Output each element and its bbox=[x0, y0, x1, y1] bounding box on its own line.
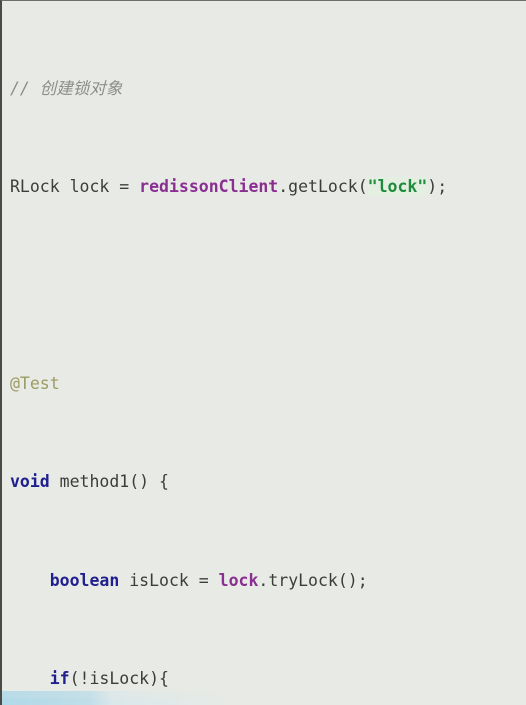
comment-token: // 创建锁对象 bbox=[10, 78, 123, 98]
call-trylock: .tryLock(); bbox=[258, 570, 368, 590]
code-editor[interactable]: // 创建锁对象 RLock lock = redissonClient.get… bbox=[0, 0, 526, 705]
signature-method1: method1() { bbox=[49, 472, 169, 492]
operator-assign: = bbox=[119, 177, 130, 197]
condition-islock: (!isLock){ bbox=[69, 669, 169, 689]
keyword-void: void bbox=[10, 472, 50, 492]
code-line-7: if(!isLock){ bbox=[10, 667, 526, 692]
code-line-1: // 创建锁对象 bbox=[10, 77, 526, 102]
call-getlock: .getLock( bbox=[278, 177, 368, 197]
field-token-redissonclient: redissonClient bbox=[139, 177, 279, 197]
keyword-if: if bbox=[49, 669, 70, 689]
close-paren-semi: ); bbox=[427, 177, 448, 197]
identifier-lock: lock bbox=[69, 177, 110, 197]
code-line-2: RLock lock = redissonClient.getLock("loc… bbox=[10, 175, 526, 200]
annotation-token-test: @Test bbox=[10, 373, 60, 393]
keyword-boolean: boolean bbox=[49, 570, 120, 590]
code-line-3-blank bbox=[10, 274, 526, 299]
code-content[interactable]: // 创建锁对象 RLock lock = redissonClient.get… bbox=[2, 1, 526, 705]
code-line-4: @Test bbox=[10, 372, 526, 397]
string-token-lock: "lock" bbox=[367, 177, 428, 197]
decl-islock: isLock = bbox=[119, 570, 219, 590]
variable-lock: lock bbox=[218, 570, 259, 590]
type-token-rlock: RLock bbox=[10, 177, 60, 197]
code-line-5: void method1() { bbox=[10, 470, 526, 495]
code-line-6: boolean isLock = lock.tryLock(); bbox=[10, 569, 526, 594]
